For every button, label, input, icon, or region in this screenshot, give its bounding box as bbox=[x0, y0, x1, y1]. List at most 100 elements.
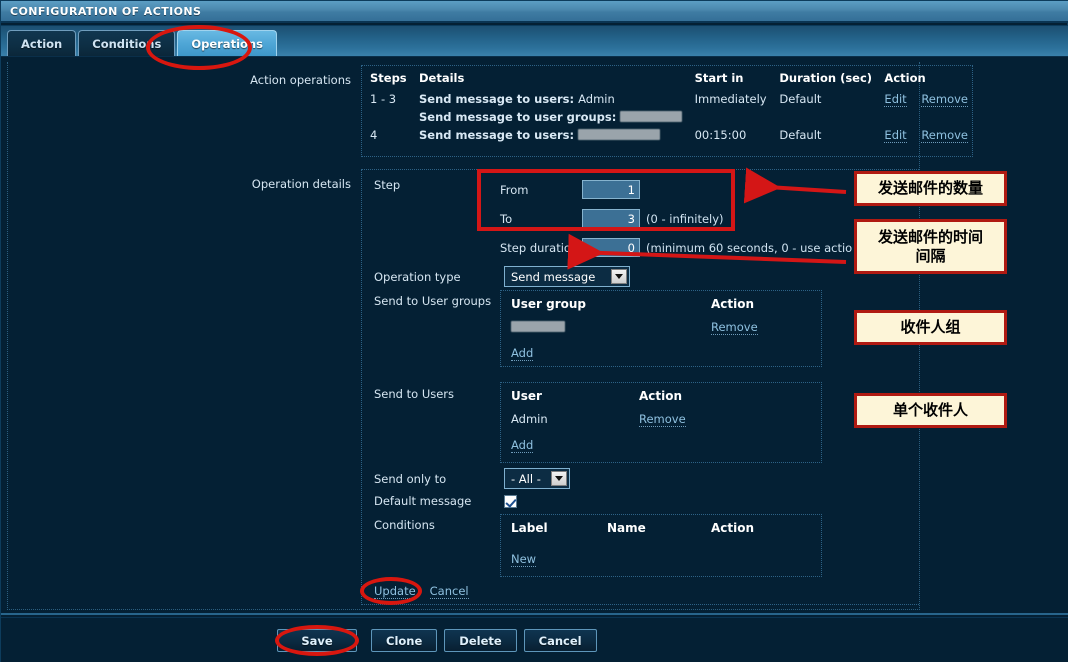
add-user-link[interactable]: Add bbox=[511, 438, 534, 453]
remove-link[interactable]: Remove bbox=[921, 128, 968, 143]
save-button[interactable]: Save bbox=[277, 629, 357, 652]
table-row: Remove bbox=[511, 320, 811, 335]
table-header-row: Steps Details Start in Duration (sec) Ac… bbox=[362, 66, 972, 90]
zabbix-action-config-window: CONFIGURATION OF ACTIONS Action Conditio… bbox=[0, 0, 1068, 662]
default-message-row: Default message bbox=[374, 494, 517, 508]
tab-action[interactable]: Action bbox=[7, 30, 77, 56]
add-user-group-link[interactable]: Add bbox=[511, 346, 534, 361]
chevron-down-icon[interactable] bbox=[551, 471, 567, 486]
table-header-row: Label Name Action bbox=[511, 521, 811, 535]
cell-details-secondary: Send message to user groups: bbox=[411, 108, 687, 126]
details-actions-row: Update Cancel bbox=[374, 584, 469, 599]
table-row: Send message to user groups: bbox=[362, 108, 972, 126]
col-user: User bbox=[511, 389, 542, 403]
col-action: Action bbox=[639, 389, 683, 403]
cell-action: Edit Remove bbox=[876, 90, 972, 108]
table-row: Admin Remove bbox=[511, 412, 811, 427]
send-only-to-label: Send only to bbox=[374, 471, 447, 486]
new-row: New bbox=[511, 548, 811, 567]
details-value: Admin bbox=[578, 92, 615, 106]
redacted-user-group-name bbox=[511, 321, 565, 332]
remove-link[interactable]: Remove bbox=[921, 92, 968, 107]
col-name: Name bbox=[607, 521, 646, 535]
table-header-row: User Action bbox=[511, 389, 811, 403]
footer-button-bar: Save Clone Delete Cancel bbox=[277, 629, 604, 652]
window-titlebar: CONFIGURATION OF ACTIONS bbox=[1, 1, 1068, 23]
cell-duration: Default bbox=[779, 92, 822, 106]
remove-link[interactable]: Remove bbox=[711, 320, 758, 335]
col-steps: Steps bbox=[370, 71, 407, 85]
chevron-down-icon[interactable] bbox=[611, 269, 627, 284]
add-row: Add bbox=[511, 434, 811, 453]
cancel-operation-link[interactable]: Cancel bbox=[429, 584, 469, 599]
annotation-box-mail-count: 发送邮件的数量 bbox=[854, 171, 1007, 206]
from-label: From bbox=[500, 182, 529, 197]
col-details: Details bbox=[418, 71, 465, 85]
cell-details: Send message to users: bbox=[411, 126, 687, 144]
cell-start-in: 00:15:00 bbox=[694, 128, 747, 142]
cell-details: Send message to users: Admin bbox=[411, 90, 687, 108]
from-row: From bbox=[500, 180, 640, 199]
col-action: Action bbox=[711, 521, 755, 535]
cell-action: Edit Remove bbox=[876, 126, 972, 144]
step-label: Step bbox=[374, 178, 401, 192]
annotation-box-mail-interval: 发送邮件的时间 间隔 bbox=[854, 219, 1007, 274]
col-label: Label bbox=[511, 521, 548, 535]
send-only-to-select[interactable]: - All - bbox=[504, 468, 570, 489]
operation-type-row: Operation type Send message bbox=[374, 266, 630, 287]
details-label: Send message to users: bbox=[418, 92, 575, 106]
col-user-group: User group bbox=[511, 297, 587, 311]
remove-link[interactable]: Remove bbox=[639, 412, 686, 427]
update-link[interactable]: Update bbox=[374, 584, 416, 599]
annotation-box-single-recipient: 单个收件人 bbox=[854, 393, 1007, 428]
send-only-to-row: Send only to - All - bbox=[374, 468, 570, 489]
col-start-in: Start in bbox=[694, 71, 744, 85]
default-message-checkbox[interactable] bbox=[504, 494, 517, 508]
users-table: User Action Admin Remove Add bbox=[500, 382, 822, 463]
action-operations-label: Action operations bbox=[250, 73, 351, 87]
step-duration-input[interactable] bbox=[582, 238, 640, 257]
add-row: Add bbox=[511, 342, 811, 361]
edit-link[interactable]: Edit bbox=[884, 128, 907, 143]
user-group-name bbox=[511, 320, 711, 334]
tab-conditions[interactable]: Conditions bbox=[78, 30, 176, 56]
annotation-box-mail-interval-text: 发送邮件的时间 间隔 bbox=[877, 227, 983, 265]
step-duration-hint: (minimum 60 seconds, 0 - use actio bbox=[646, 240, 853, 255]
cancel-button[interactable]: Cancel bbox=[523, 629, 597, 652]
tab-operations[interactable]: Operations bbox=[177, 30, 277, 56]
operation-details-label: Operation details bbox=[251, 177, 351, 191]
cell-steps: 4 bbox=[370, 128, 378, 142]
remove-cell: Remove bbox=[639, 412, 686, 427]
conditions-table: Label Name Action New bbox=[500, 514, 822, 577]
table-header-row: User group Action bbox=[511, 297, 811, 311]
col-action: Action bbox=[884, 71, 926, 85]
tab-strip: Action Conditions Operations bbox=[1, 25, 1068, 57]
cell-start-in: Immediately bbox=[694, 92, 767, 106]
user-name: Admin bbox=[511, 412, 548, 426]
to-input[interactable] bbox=[582, 209, 640, 228]
edit-link[interactable]: Edit bbox=[884, 92, 907, 107]
remove-cell: Remove bbox=[711, 320, 758, 335]
footer-bar: Save Clone Delete Cancel http://blog.csd… bbox=[1, 613, 1068, 662]
send-only-to-value: - All - bbox=[511, 471, 541, 486]
send-to-users-label-row: Send to Users bbox=[374, 387, 510, 401]
to-hint: (0 - infinitely) bbox=[646, 211, 724, 226]
conditions-label: Conditions bbox=[374, 518, 435, 532]
operation-type-label: Operation type bbox=[374, 269, 461, 284]
col-duration: Duration (sec) bbox=[779, 71, 873, 85]
clone-button[interactable]: Clone bbox=[371, 629, 438, 652]
user-groups-table: User group Action Remove Add bbox=[500, 290, 822, 367]
new-condition-link[interactable]: New bbox=[511, 552, 537, 567]
redacted-user-group bbox=[620, 111, 683, 122]
operation-type-select[interactable]: Send message bbox=[504, 266, 630, 287]
operation-type-value: Send message bbox=[511, 269, 596, 284]
send-to-users-label: Send to Users bbox=[374, 387, 455, 401]
step-duration-row: Step duration (minimum 60 seconds, 0 - u… bbox=[500, 238, 852, 257]
redacted-user bbox=[578, 129, 661, 140]
from-input[interactable] bbox=[582, 180, 640, 199]
default-message-label: Default message bbox=[374, 494, 472, 508]
send-to-user-groups-label: Send to User groups bbox=[374, 294, 492, 308]
delete-button[interactable]: Delete bbox=[444, 629, 517, 652]
table-row: 4 Send message to users: 00:15:00 Defaul… bbox=[362, 126, 972, 144]
page-title: CONFIGURATION OF ACTIONS bbox=[10, 4, 202, 18]
